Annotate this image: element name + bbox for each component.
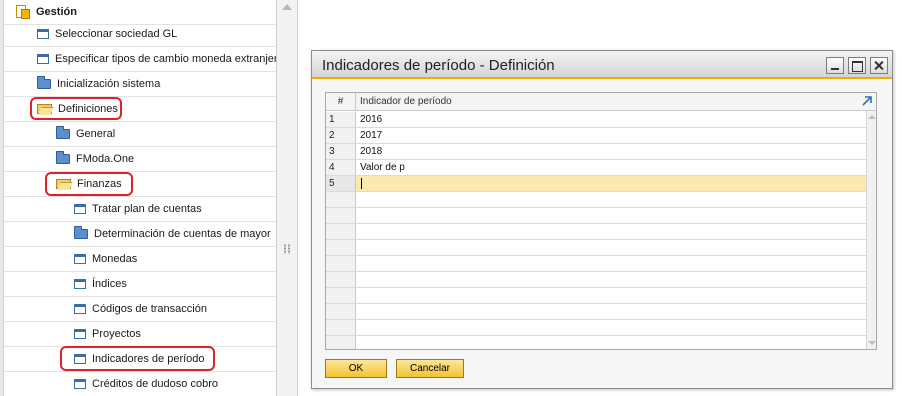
menu-item-label: Especificar tipos de cambio moneda extra… xyxy=(55,53,276,65)
panel-splitter[interactable] xyxy=(276,0,298,396)
folder-icon xyxy=(74,226,88,239)
menu-item-general[interactable]: General xyxy=(4,122,276,147)
menu-item-seleccionar-sociedad[interactable]: Seleccionar sociedad GL xyxy=(4,22,276,47)
menu-item-label: Tratar plan de cuentas xyxy=(92,203,202,215)
row-number xyxy=(326,272,356,287)
folder-icon xyxy=(56,126,70,139)
column-header-indicador[interactable]: Indicador de período xyxy=(360,93,452,111)
window-icon xyxy=(74,329,86,339)
row-number xyxy=(326,320,356,335)
module-menu-tree: Gestión Seleccionar sociedad GL Especifi… xyxy=(0,0,276,396)
menu-item-label: FModa.One xyxy=(76,153,135,165)
menu-item-label: Seleccionar sociedad GL xyxy=(55,28,178,40)
empty-row[interactable] xyxy=(326,288,866,304)
menu-item-monedas[interactable]: Monedas xyxy=(4,247,276,272)
cancel-button[interactable]: Cancelar xyxy=(396,359,464,378)
menu-item-codigos-transaccion[interactable]: Códigos de transacción xyxy=(4,297,276,322)
window-icon xyxy=(74,254,86,264)
menu-item-label: Monedas xyxy=(92,253,138,265)
highlight-indicadores-periodo xyxy=(60,346,215,371)
indicators-grid[interactable]: # Indicador de período 1 2016 2 2017 3 2… xyxy=(325,92,877,350)
menu-header-label: Gestión xyxy=(36,6,77,18)
window-icon xyxy=(74,204,86,214)
menu-item-creditos-dudoso-cobro[interactable]: Créditos de dudoso cobro xyxy=(4,372,276,396)
close-icon[interactable] xyxy=(870,57,888,74)
ok-button[interactable]: OK xyxy=(325,359,387,378)
expand-icon[interactable] xyxy=(861,95,873,107)
empty-row[interactable] xyxy=(326,192,866,208)
period-indicators-dialog: Indicadores de período - Definición # In… xyxy=(311,50,893,389)
window-icon xyxy=(74,279,86,289)
empty-row[interactable] xyxy=(326,240,866,256)
menu-item-label: Créditos de dudoso cobro xyxy=(92,378,218,390)
folder-icon xyxy=(56,151,70,164)
dialog-title: Indicadores de período - Definición xyxy=(322,57,555,74)
window-icon xyxy=(37,29,49,39)
maximize-icon[interactable] xyxy=(848,57,866,74)
menu-item-tratar-plan-cuentas[interactable]: Tratar plan de cuentas xyxy=(4,197,276,222)
empty-row[interactable] xyxy=(326,208,866,224)
column-header-number: # xyxy=(326,93,356,111)
menu-item-inicializacion-sistema[interactable]: Inicialización sistema xyxy=(4,72,276,97)
menu-item-label: Índices xyxy=(92,278,127,290)
row-number: 2 xyxy=(326,128,356,143)
indicator-cell[interactable]: 2017 xyxy=(356,128,866,143)
scroll-up-icon[interactable] xyxy=(868,115,876,119)
scroll-up-arrow-icon[interactable] xyxy=(282,4,292,10)
minimize-icon[interactable] xyxy=(826,57,844,74)
table-row-active[interactable]: 5 xyxy=(326,176,866,192)
row-number xyxy=(326,224,356,239)
table-row[interactable]: 4 Valor de p xyxy=(326,160,866,176)
row-number: 1 xyxy=(326,112,356,127)
menu-item-label: General xyxy=(76,128,116,140)
menu-item-tipos-cambio[interactable]: Especificar tipos de cambio moneda extra… xyxy=(4,47,276,72)
text-caret xyxy=(361,177,362,189)
empty-row[interactable] xyxy=(326,304,866,320)
menu-item-fmoda-one[interactable]: FModa.One xyxy=(4,147,276,172)
grid-vertical-scrollbar[interactable] xyxy=(866,111,876,349)
table-row[interactable]: 2 2017 xyxy=(326,128,866,144)
menu-item-label: Proyectos xyxy=(92,328,141,340)
row-number: 3 xyxy=(326,144,356,159)
row-number: 5 xyxy=(326,176,356,191)
row-number xyxy=(326,336,356,349)
dialog-titlebar[interactable]: Indicadores de período - Definición xyxy=(312,51,892,79)
empty-row[interactable] xyxy=(326,272,866,288)
highlight-finanzas xyxy=(45,172,133,196)
window-icon xyxy=(37,54,49,64)
row-number xyxy=(326,304,356,319)
empty-row[interactable] xyxy=(326,224,866,240)
grid-header: # Indicador de período xyxy=(326,93,876,111)
indicator-cell-editing[interactable] xyxy=(356,176,866,191)
module-icon xyxy=(16,5,30,19)
row-number: 4 xyxy=(326,160,356,175)
indicator-cell[interactable]: Valor de p xyxy=(356,160,866,175)
highlight-definiciones xyxy=(30,97,122,120)
menu-item-label: Códigos de transacción xyxy=(92,303,207,315)
menu-item-label: Inicialización sistema xyxy=(57,78,161,90)
empty-row[interactable] xyxy=(326,320,866,336)
row-number xyxy=(326,192,356,207)
window-icon xyxy=(74,304,86,314)
row-number xyxy=(326,208,356,223)
menu-item-determinacion-cuentas[interactable]: Determinación de cuentas de mayor xyxy=(4,222,276,247)
indicator-cell[interactable]: 2018 xyxy=(356,144,866,159)
row-number xyxy=(326,240,356,255)
row-number xyxy=(326,288,356,303)
table-row[interactable]: 1 2016 xyxy=(326,112,866,128)
empty-row[interactable] xyxy=(326,336,866,349)
table-row[interactable]: 3 2018 xyxy=(326,144,866,160)
row-number xyxy=(326,256,356,271)
menu-item-label: Determinación de cuentas de mayor xyxy=(94,228,271,240)
splitter-grip-icon[interactable] xyxy=(283,244,291,254)
window-icon xyxy=(74,379,86,389)
menu-item-indices[interactable]: Índices xyxy=(4,272,276,297)
scroll-down-icon[interactable] xyxy=(868,341,876,345)
menu-item-proyectos[interactable]: Proyectos xyxy=(4,322,276,347)
folder-icon xyxy=(37,76,51,89)
empty-row[interactable] xyxy=(326,256,866,272)
indicator-cell[interactable]: 2016 xyxy=(356,112,866,127)
